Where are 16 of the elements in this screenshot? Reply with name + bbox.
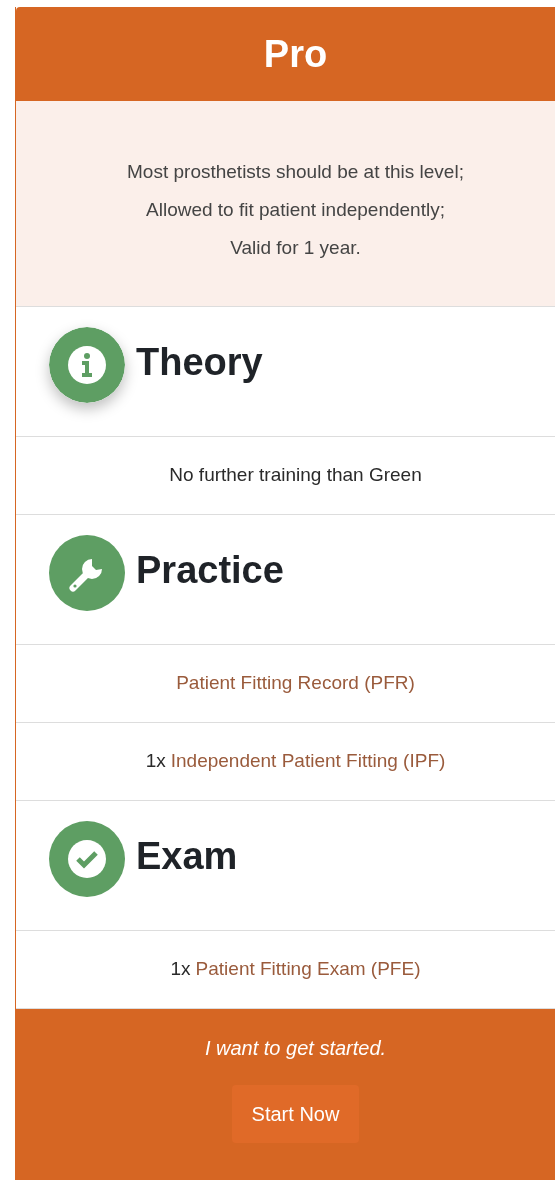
section-heading: Theory	[136, 340, 263, 385]
description-text: Most prosthetists should be at this level; Allowed to fit patient independently; Valid for 1 year.	[127, 159, 464, 260]
section-heading: Practice	[136, 548, 284, 593]
section-heading: Exam	[136, 834, 238, 879]
start-now-button[interactable]: Start Now	[231, 1085, 360, 1143]
tagline-text: I want to get started.	[204, 1036, 387, 1061]
requirement-link[interactable]: Patient Fitting Record (PFR)	[176, 669, 415, 698]
info-icon	[49, 327, 125, 403]
wrench-icon	[49, 535, 125, 611]
check-circle-icon	[49, 821, 125, 897]
count-text: 1x	[170, 957, 191, 982]
plan-title: Pro	[263, 31, 328, 77]
count-text: 1x	[145, 749, 166, 774]
requirement-text: No further training than Green	[169, 463, 422, 488]
requirement-link[interactable]: Independent Patient Fitting (IPF)	[170, 747, 446, 776]
requirement-link[interactable]: Patient Fitting Exam (PFE)	[195, 955, 421, 984]
